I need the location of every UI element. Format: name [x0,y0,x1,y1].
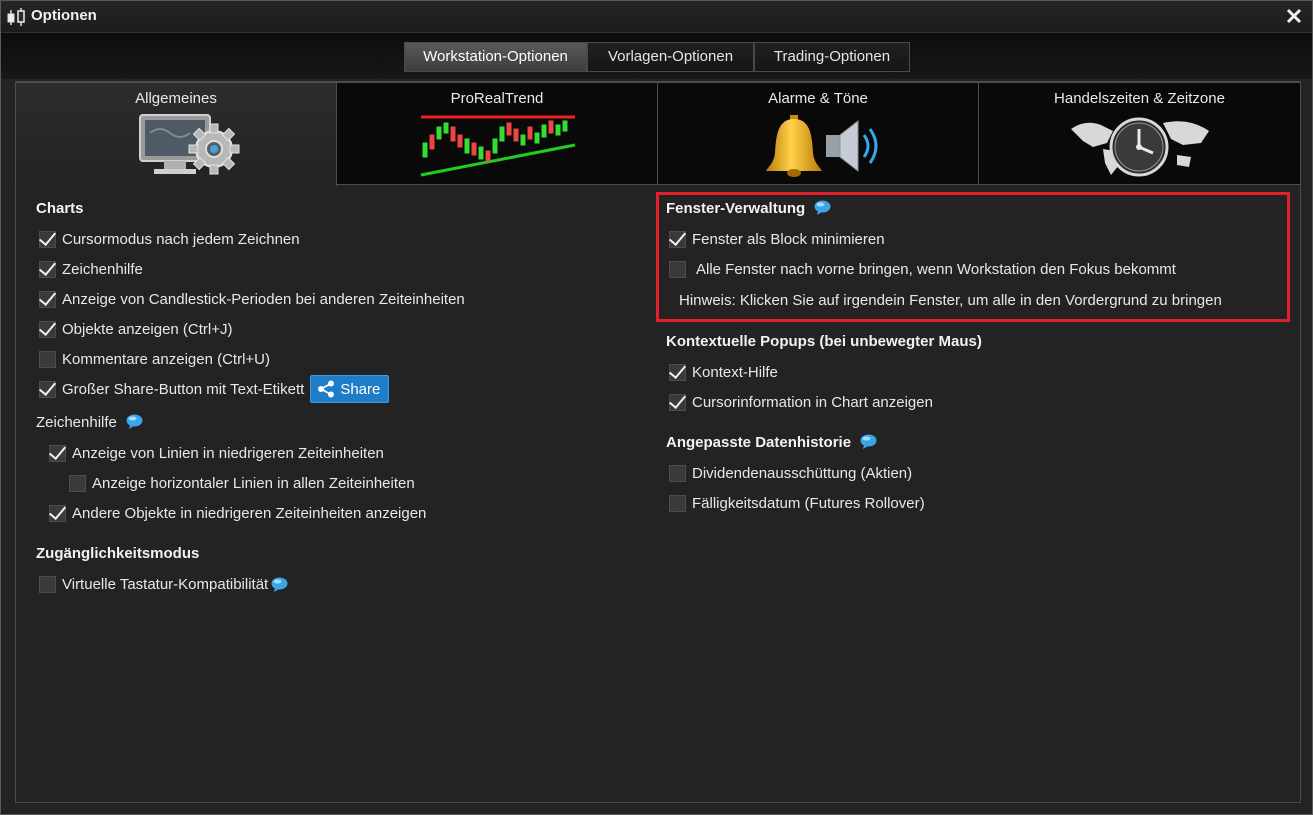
option-dividenden[interactable]: Dividendenausschüttung (Aktien) [669,462,912,484]
tab-handelszeiten[interactable]: Handelszeiten & Zeitzone [978,82,1301,185]
info-bubble-icon[interactable] [126,414,143,429]
candlestick-icon [7,8,25,26]
option-cursormodus[interactable]: Cursormodus nach jedem Zeichnen [39,228,300,250]
computer-gear-icon [139,114,240,175]
option-horizontale-linien[interactable]: Anzeige horizontaler Linien in allen Zei… [69,472,415,494]
share-button-label: Share [340,380,381,398]
checkbox[interactable] [669,260,686,278]
zeichenhilfe-section-title: Zeichenhilfe [36,414,143,431]
fenster-hint: Hinweis: Klicken Sie auf irgendein Fenst… [679,292,1222,309]
popup-section-title: Kontextuelle Popups (bei unbewegter Maus… [666,333,982,350]
tab-allgemeines-label: Allgemeines [135,90,217,107]
bell-speaker-icon [766,115,878,177]
top-tab-bar: Workstation-Optionen Vorlagen-Optionen T… [1,33,1312,79]
option-label: Dividendenausschüttung (Aktien) [692,464,913,482]
option-share-button[interactable]: Großer Share-Button mit Text-Etikett Sha… [39,375,390,403]
option-label: Kommentare anzeigen (Ctrl+U) [62,350,271,368]
tab-handelszeiten-label: Handelszeiten & Zeitzone [1054,90,1225,107]
share-button[interactable]: Share [310,375,390,403]
world-clock-icon [1071,117,1209,177]
option-label: Anzeige von Candlestick-Perioden bei and… [62,290,465,308]
category-tabs: Allgemeines ProRealTrend Alarme & Töne H… [15,82,1301,186]
checkbox[interactable] [39,260,56,278]
options-window: Optionen Workstation-Optionen Vorlagen-O… [0,0,1313,815]
info-bubble-icon[interactable] [814,200,831,215]
checkbox[interactable] [669,363,686,381]
checkbox[interactable] [39,380,56,398]
option-label: Zeichenhilfe [62,260,143,278]
option-label: Cursorinformation in Chart anzeigen [692,393,933,411]
option-linien-niedrigere[interactable]: Anzeige von Linien in niedrigeren Zeitei… [49,442,384,464]
checkbox[interactable] [39,320,56,338]
option-label: Großer Share-Button mit Text-Etikett [62,380,305,398]
tab-allgemeines[interactable]: Allgemeines [15,82,337,186]
option-label: Kontext-Hilfe [692,363,778,381]
checkbox[interactable] [669,393,686,411]
window-title: Optionen [31,7,97,24]
info-bubble-icon[interactable] [860,434,877,449]
access-section-title: Zugänglichkeitsmodus [36,545,200,562]
option-candlestick-perioden[interactable]: Anzeige von Candlestick-Perioden bei and… [39,288,465,310]
charts-section-title: Charts [36,200,84,217]
option-label: Virtuelle Tastatur-Kompatibilität [62,575,269,593]
option-virtuelle-tastatur[interactable]: Virtuelle Tastatur-Kompatibilität [39,573,288,595]
option-label: Fälligkeitsdatum (Futures Rollover) [692,494,925,512]
option-label: Objekte anzeigen (Ctrl+J) [62,320,233,338]
checkbox[interactable] [39,350,56,368]
top-tabs: Workstation-Optionen Vorlagen-Optionen T… [404,42,910,72]
checkbox[interactable] [669,464,686,482]
option-label: Anzeige von Linien in niedrigeren Zeitei… [72,444,384,462]
option-faelligkeitsdatum[interactable]: Fälligkeitsdatum (Futures Rollover) [669,492,925,514]
close-icon[interactable] [1284,5,1304,27]
option-cursorinformation[interactable]: Cursorinformation in Chart anzeigen [669,391,933,413]
option-fenster-block[interactable]: Fenster als Block minimieren [669,228,885,250]
tab-alarme-toene-label: Alarme & Töne [768,90,868,107]
option-label: Andere Objekte in niedrigeren Zeiteinhei… [72,504,427,522]
option-objekte-anzeigen[interactable]: Objekte anzeigen (Ctrl+J) [39,318,233,340]
checkbox[interactable] [39,575,56,593]
option-label: Cursormodus nach jedem Zeichnen [62,230,300,248]
checkbox[interactable] [49,504,66,522]
option-label: Anzeige horizontaler Linien in allen Zei… [92,474,415,492]
fenster-title-text: Fenster-Verwaltung [666,200,806,217]
fenster-section-title: Fenster-Verwaltung [666,200,831,217]
share-icon [318,380,335,398]
daten-title-text: Angepasste Datenhistorie [666,434,852,451]
option-label: Alle Fenster nach vorne bringen, wenn Wo… [696,260,1176,278]
title-bar: Optionen [1,1,1312,33]
checkbox[interactable] [39,290,56,308]
trend-chart-icon [420,115,576,177]
tab-alarme-toene[interactable]: Alarme & Töne [657,82,979,185]
tab-workstation-optionen[interactable]: Workstation-Optionen [404,42,587,72]
option-zeichenhilfe[interactable]: Zeichenhilfe [39,258,143,280]
checkbox[interactable] [669,230,686,248]
checkbox[interactable] [69,474,86,492]
checkbox[interactable] [39,230,56,248]
tab-prorealtrend-label: ProRealTrend [450,90,544,107]
option-kommentare-anzeigen[interactable]: Kommentare anzeigen (Ctrl+U) [39,348,270,370]
daten-section-title: Angepasste Datenhistorie [666,434,877,451]
checkbox[interactable] [669,494,686,512]
option-label: Fenster als Block minimieren [692,230,885,248]
info-bubble-icon[interactable] [271,577,288,592]
tab-trading-optionen[interactable]: Trading-Optionen [754,42,910,72]
tab-vorlagen-optionen[interactable]: Vorlagen-Optionen [587,42,754,72]
zeichenhilfe-title-text: Zeichenhilfe [36,414,117,431]
tab-prorealtrend[interactable]: ProRealTrend [336,82,658,185]
option-andere-objekte[interactable]: Andere Objekte in niedrigeren Zeiteinhei… [49,502,426,524]
checkbox[interactable] [49,444,66,462]
option-fenster-vorne[interactable]: Alle Fenster nach vorne bringen, wenn Wo… [669,258,1176,280]
option-kontext-hilfe[interactable]: Kontext-Hilfe [669,361,778,383]
